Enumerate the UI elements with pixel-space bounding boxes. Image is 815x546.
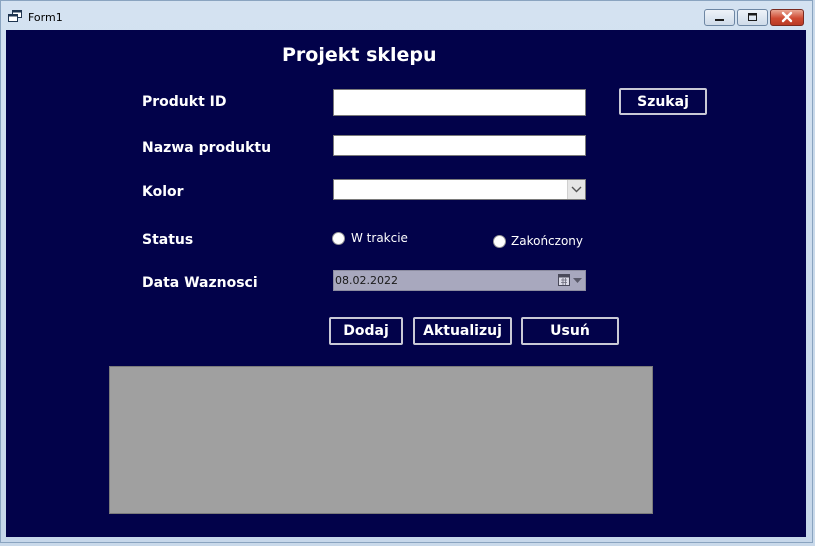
form-window: Form1 Projekt sklepu Produkt ID Szukaj N… [0, 0, 813, 543]
update-button[interactable]: Aktualizuj [413, 317, 512, 345]
status-w-trakcie-label[interactable]: W trakcie [351, 231, 408, 245]
title-bar[interactable]: Form1 [1, 1, 814, 30]
app-window-icon [8, 10, 22, 22]
minimize-button[interactable] [704, 9, 735, 26]
form-client-area: Projekt sklepu Produkt ID Szukaj Nazwa p… [6, 30, 806, 537]
window-title: Form1 [28, 11, 63, 24]
close-icon [781, 11, 793, 23]
produkt-id-label: Produkt ID [142, 94, 227, 110]
page-title: Projekt sklepu [282, 44, 437, 66]
produkt-id-input[interactable] [333, 89, 586, 116]
date-value: 08.02.2022 [335, 274, 398, 287]
add-button[interactable]: Dodaj [329, 317, 403, 345]
calendar-icon[interactable] [558, 274, 570, 286]
kolor-dropdown[interactable] [333, 179, 586, 200]
chevron-down-icon[interactable] [573, 278, 582, 284]
kolor-dropdown-button[interactable] [567, 180, 585, 199]
data-waznosci-datepicker[interactable]: 08.02.2022 [333, 270, 586, 291]
data-grid[interactable] [109, 366, 653, 514]
maximize-icon [748, 13, 757, 21]
status-w-trakcie-radio[interactable] [332, 232, 345, 245]
delete-button[interactable]: Usuń [521, 317, 619, 345]
nazwa-produktu-label: Nazwa produktu [142, 140, 272, 156]
close-button[interactable] [770, 9, 804, 26]
maximize-button[interactable] [737, 9, 768, 26]
status-zakonczony-label[interactable]: Zakończony [511, 234, 583, 248]
data-waznosci-label: Data Waznosci [142, 275, 258, 291]
status-zakonczony-radio[interactable] [493, 235, 506, 248]
status-label: Status [142, 232, 194, 248]
nazwa-produktu-input[interactable] [333, 135, 586, 156]
kolor-label: Kolor [142, 184, 184, 200]
search-button[interactable]: Szukaj [619, 88, 707, 115]
minimize-icon [715, 19, 724, 21]
chevron-down-icon [571, 186, 582, 193]
